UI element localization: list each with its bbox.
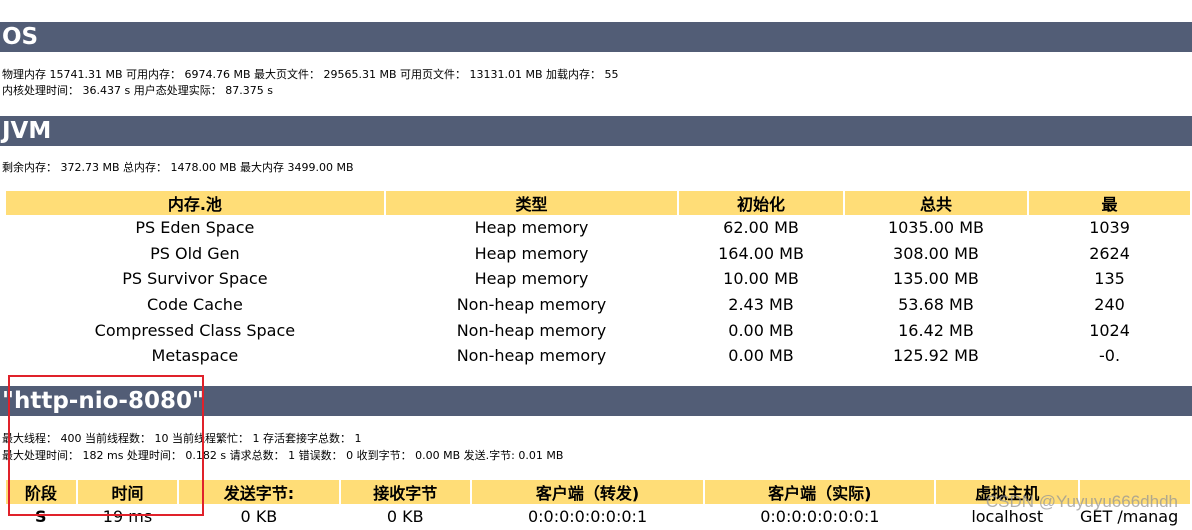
pool-name: Code Cache bbox=[146, 295, 243, 315]
pool-total: 135.00 MB bbox=[893, 269, 979, 289]
pool-type: Non-heap memory bbox=[456, 320, 607, 340]
header-bytes-received: 接收字节 bbox=[340, 480, 470, 504]
header-max: 最 bbox=[1029, 191, 1190, 215]
client-forwarded-cell: 0:0:0:0:0:0:0:1 bbox=[527, 507, 648, 527]
bytes-received-cell: 0 KB bbox=[386, 507, 424, 527]
pool-max: 1039 bbox=[1089, 218, 1130, 238]
header-type: 类型 bbox=[385, 191, 678, 215]
client-actual-cell: 0:0:0:0:0:0:0:1 bbox=[760, 507, 880, 527]
pool-initial: 0.00 MB bbox=[728, 320, 794, 340]
pool-max: 135 bbox=[1094, 269, 1125, 289]
pool-type: Heap memory bbox=[474, 243, 589, 263]
memory-pool-header-row: 内存.池 类型 初始化 总共 最 bbox=[6, 191, 1190, 215]
pool-total: 53.68 MB bbox=[898, 295, 974, 315]
pool-type: Heap memory bbox=[474, 218, 589, 238]
header-client-actual: 客户端（实际) bbox=[705, 480, 935, 504]
os-info-line-2: 内核处理时间： 36.437 s 用户态处理实际： 87.375 s bbox=[2, 84, 273, 97]
pool-type: Heap memory bbox=[474, 269, 589, 289]
pool-max: 240 bbox=[1094, 295, 1125, 315]
pool-type: Non-heap memory bbox=[456, 295, 607, 315]
os-section-title: OS bbox=[0, 22, 1192, 52]
pool-name: Compressed Class Space bbox=[94, 320, 296, 340]
jvm-info-line: 剩余内存： 372.73 MB 总内存： 1478.00 MB 最大内存 349… bbox=[2, 161, 354, 174]
pool-total: 1035.00 MB bbox=[887, 218, 984, 238]
pool-initial: 2.43 MB bbox=[728, 295, 794, 315]
pool-initial: 0.00 MB bbox=[728, 346, 794, 366]
pool-name: Metaspace bbox=[151, 346, 239, 366]
table-row: PS Eden Space Heap memory 62.00 MB 1035.… bbox=[6, 215, 1190, 241]
pool-initial: 62.00 MB bbox=[723, 218, 799, 238]
csdn-watermark: CSDN @Yuyuyu666dhdh bbox=[985, 492, 1178, 511]
pool-max: -0. bbox=[1099, 346, 1121, 366]
red-highlight-box bbox=[8, 375, 204, 516]
pool-initial: 10.00 MB bbox=[723, 269, 799, 289]
header-client-forwarded: 客户端（转发) bbox=[471, 480, 704, 504]
header-memory-pool: 内存.池 bbox=[6, 191, 384, 215]
header-initial: 初始化 bbox=[679, 191, 843, 215]
pool-total: 308.00 MB bbox=[893, 243, 979, 263]
pool-initial: 164.00 MB bbox=[718, 243, 804, 263]
memory-pool-table: 内存.池 类型 初始化 总共 最 PS Eden Space Heap memo… bbox=[4, 191, 1192, 369]
pool-name: PS Old Gen bbox=[150, 243, 240, 263]
table-row: Code Cache Non-heap memory 2.43 MB 53.68… bbox=[6, 292, 1190, 318]
pool-total: 16.42 MB bbox=[898, 320, 974, 340]
table-row: PS Old Gen Heap memory 164.00 MB 308.00 … bbox=[6, 241, 1190, 267]
table-row: Metaspace Non-heap memory 0.00 MB 125.92… bbox=[6, 343, 1190, 369]
pool-max: 1024 bbox=[1089, 320, 1130, 340]
pool-total: 125.92 MB bbox=[893, 346, 979, 366]
pool-name: PS Eden Space bbox=[135, 218, 255, 238]
header-total: 总共 bbox=[844, 191, 1028, 215]
table-row: PS Survivor Space Heap memory 10.00 MB 1… bbox=[6, 266, 1190, 292]
pool-max: 2624 bbox=[1089, 243, 1130, 263]
jvm-section-title: JVM bbox=[0, 116, 1192, 146]
os-info-line-1: 物理内存 15741.31 MB 可用内存： 6974.76 MB 最大页文件：… bbox=[2, 68, 619, 81]
pool-name: PS Survivor Space bbox=[122, 269, 268, 289]
table-row: Compressed Class Space Non-heap memory 0… bbox=[6, 317, 1190, 343]
pool-type: Non-heap memory bbox=[456, 346, 607, 366]
